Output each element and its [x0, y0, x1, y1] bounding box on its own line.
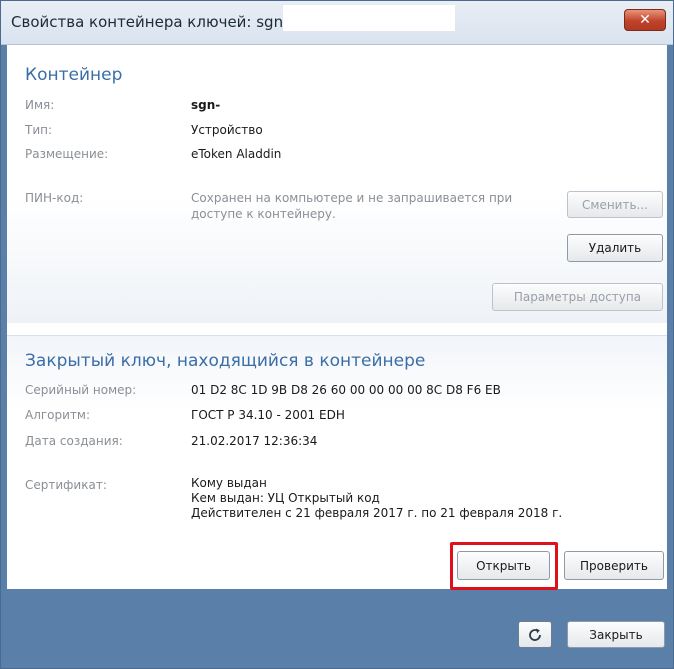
- delete-label: Удалить: [588, 241, 642, 255]
- verify-button[interactable]: Проверить: [564, 551, 664, 580]
- algorithm-value: ГОСТ Р 34.10 - 2001 EDH: [191, 408, 345, 422]
- close-label: Закрыть: [589, 627, 643, 642]
- location-value: eToken Aladdin: [191, 147, 282, 161]
- redacted-region: [283, 5, 455, 31]
- type-value: Устройство: [191, 123, 263, 137]
- change-pin-button[interactable]: Сменить...: [567, 191, 663, 218]
- change-pin-label: Сменить...: [582, 197, 648, 212]
- access-parameters-button[interactable]: Параметры доступа: [492, 283, 663, 311]
- container-heading: Контейнер: [25, 65, 123, 85]
- serial-label: Серийный номер:: [25, 383, 137, 397]
- serial-value: 01 D2 8C 1D 9B D8 26 60 00 00 00 00 8C D…: [191, 383, 501, 397]
- dialog-window: Свойства контейнера ключей: sgn- ✕ Конте…: [0, 0, 674, 669]
- title-bar: Свойства контейнера ключей: sgn- ✕: [1, 1, 673, 45]
- issued-by: Кем выдан: УЦ Открытый код: [191, 491, 380, 505]
- created-label: Дата создания:: [25, 434, 123, 448]
- certificate-label: Сертификат:: [25, 478, 107, 492]
- algorithm-label: Алгоритм:: [25, 408, 91, 422]
- verify-label: Проверить: [580, 558, 648, 573]
- name-value: sgn-: [191, 98, 221, 112]
- close-window-button[interactable]: ✕: [624, 9, 666, 31]
- created-value: 21.02.2017 12:36:34: [191, 434, 318, 448]
- validity-period: Действителен с 21 февраля 2017 г. по 21 …: [191, 506, 563, 520]
- name-label: Имя:: [25, 98, 55, 112]
- type-label: Тип:: [25, 123, 53, 137]
- pin-description: Сохранен на компьютере и не запрашиваетс…: [191, 191, 513, 221]
- pin-label: ПИН-код:: [25, 191, 84, 205]
- refresh-icon: [529, 628, 541, 641]
- private-key-heading: Закрытый ключ, находящийся в контейнере: [25, 351, 426, 371]
- access-parameters-label: Параметры доступа: [513, 290, 642, 304]
- red-highlight-box: [450, 542, 558, 590]
- redacted-region: [266, 466, 576, 488]
- delete-button[interactable]: Удалить: [567, 234, 663, 262]
- close-button[interactable]: Закрыть: [567, 621, 665, 648]
- refresh-button[interactable]: [518, 621, 552, 648]
- close-icon: ✕: [639, 12, 651, 28]
- location-label: Размещение:: [25, 147, 109, 161]
- container-section: [7, 45, 667, 323]
- window-title: Свойства контейнера ключей: sgn-: [11, 13, 289, 31]
